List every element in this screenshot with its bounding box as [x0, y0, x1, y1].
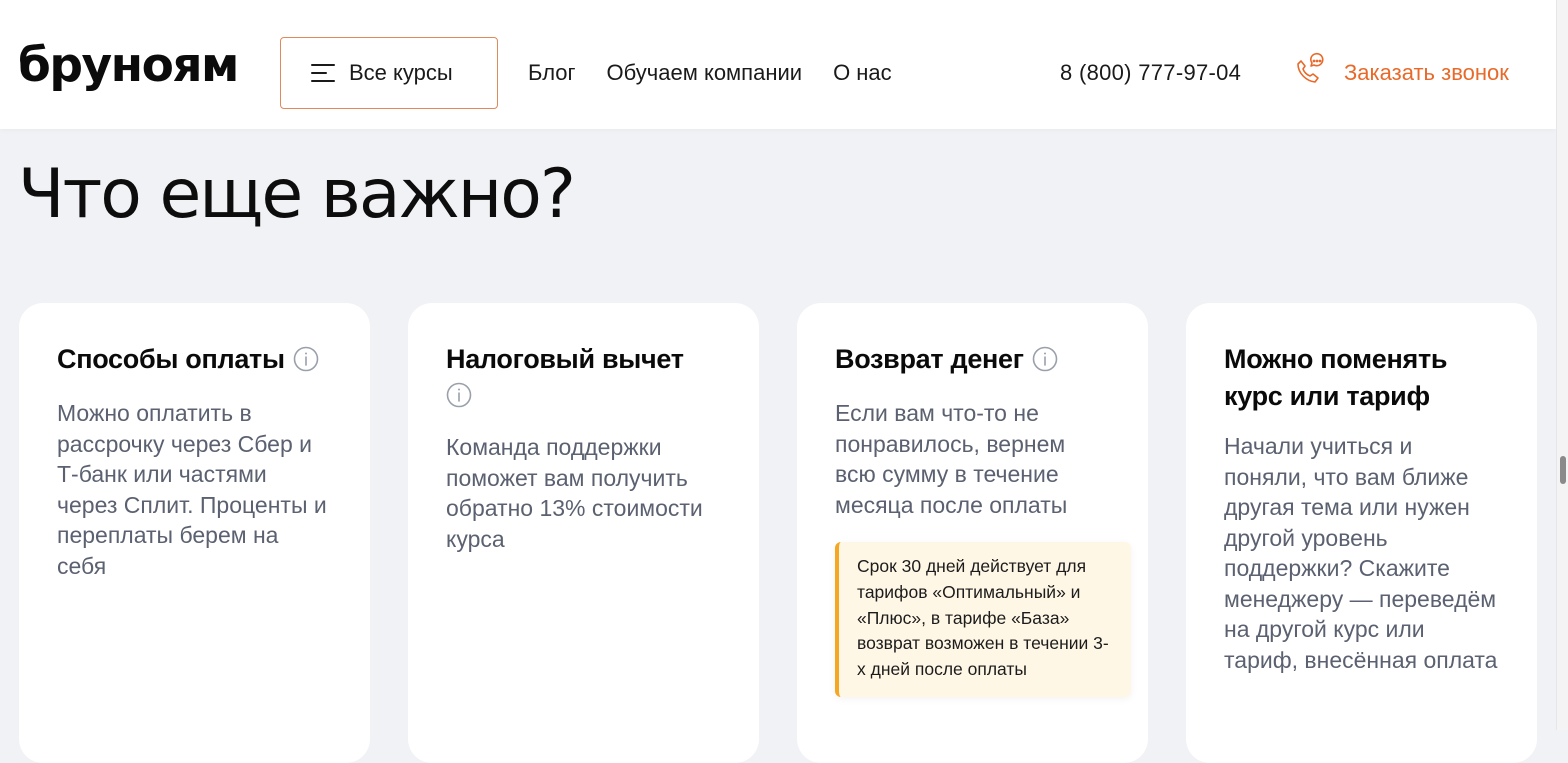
- page-scrollbar[interactable]: [1556, 0, 1568, 730]
- refund-note: Срок 30 дней действует для тарифов «Опти…: [835, 542, 1131, 697]
- nav-link-about[interactable]: О нас: [833, 59, 892, 87]
- scrollbar-thumb[interactable]: [1560, 456, 1566, 484]
- card-title: Налоговый вычет: [446, 344, 684, 374]
- menu-icon: [311, 63, 337, 83]
- site-header: бруноям Все курсы Блог Обучаем компании …: [0, 0, 1556, 129]
- card-title: Способы оплаты: [57, 341, 332, 378]
- all-courses-label: Все курсы: [349, 60, 453, 85]
- card-text: Если вам что-то не понравилось, вернем в…: [835, 400, 1068, 518]
- info-icon[interactable]: [293, 346, 319, 372]
- card-refund: Возврат денег Если вам что-то не понрави…: [797, 303, 1148, 763]
- order-callback-link[interactable]: Заказать звонок: [1344, 59, 1509, 87]
- card-title: Можно поменять курс или тариф: [1224, 344, 1448, 411]
- info-icon[interactable]: [446, 382, 472, 408]
- card-title: Возврат денег: [835, 341, 1110, 378]
- phone-chat-icon[interactable]: [1294, 52, 1326, 86]
- phone-number[interactable]: 8 (800) 777-97-04: [1060, 59, 1241, 87]
- card-text: Можно оплатить в рассрочку через Сбер и …: [57, 400, 327, 579]
- nav-link-blog[interactable]: Блог: [528, 59, 576, 87]
- all-courses-button[interactable]: Все курсы: [280, 37, 498, 109]
- section-title: Что еще важно?: [18, 155, 576, 234]
- logo[interactable]: бруноям: [18, 36, 239, 96]
- card-change-course: Можно поменять курс или тариф Начали учи…: [1186, 303, 1537, 763]
- card-payment-methods: Способы оплаты Можно оплатить в рассрочк…: [19, 303, 370, 763]
- card-text: Команда поддержки поможет вам получить о…: [446, 434, 703, 552]
- main-nav: Блог Обучаем компании О нас: [528, 59, 892, 87]
- nav-link-companies[interactable]: Обучаем компании: [607, 59, 803, 87]
- card-tax-deduction: Налоговый вычет Команда поддержки поможе…: [408, 303, 759, 763]
- card-text: Начали учиться и поняли, что вам ближе д…: [1224, 433, 1498, 673]
- info-icon[interactable]: [1032, 346, 1058, 372]
